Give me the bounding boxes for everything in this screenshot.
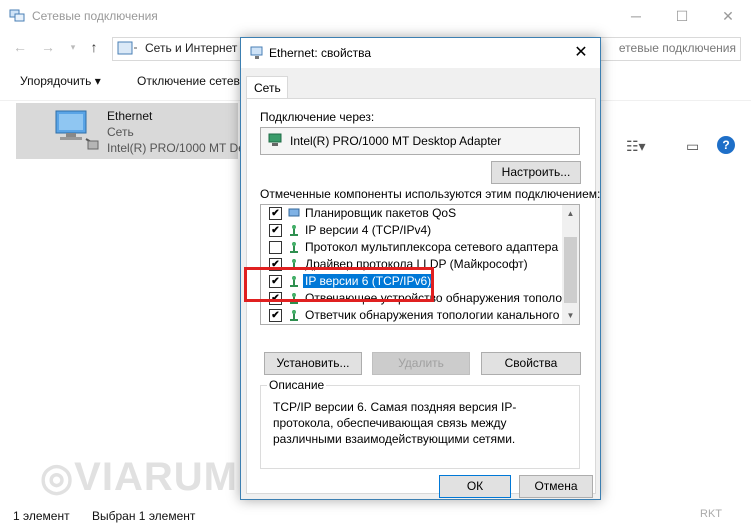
adapter-field: Intel(R) PRO/1000 MT Desktop Adapter: [260, 127, 580, 155]
corner-watermark: RKT: [700, 508, 722, 520]
explorer-title: Сетевые подключения: [32, 9, 158, 23]
search-text: етевые подключения: [618, 41, 736, 55]
dialog-close-button[interactable]: ✕: [562, 38, 600, 68]
close-window-button[interactable]: ✕: [705, 0, 751, 33]
component-checkbox[interactable]: [269, 241, 282, 254]
description-group: Описание TCP/IP версии 6. Самая поздняя …: [260, 378, 580, 469]
watermark-text: VIARUM: [74, 455, 238, 499]
install-button[interactable]: Установить...: [264, 352, 362, 375]
adapter-name: Intel(R) PRO/1000 MT Desktop Adapter: [290, 134, 502, 148]
scroll-thumb[interactable]: [564, 237, 577, 303]
tab-network[interactable]: Сеть: [246, 76, 288, 99]
search-input[interactable]: етевые подключения: [598, 37, 741, 61]
minimize-button[interactable]: ─: [613, 0, 659, 33]
configure-button[interactable]: Настроить...: [491, 161, 581, 184]
watermark-logo-icon: ◎: [40, 457, 75, 499]
list-item[interactable]: ✔ IP версии 4 (TCP/IPv4): [261, 222, 561, 239]
status-selected: Выбран 1 элемент: [92, 509, 196, 523]
network-adapter-icon: [55, 110, 99, 150]
components-label: Отмеченные компоненты используются этим …: [260, 187, 601, 201]
remove-button[interactable]: Удалить: [372, 352, 470, 375]
up-icon[interactable]: ↑: [84, 37, 104, 57]
organize-menu[interactable]: Упорядочить ▾: [20, 74, 101, 88]
address-path: Сеть и Интернет: [145, 41, 238, 55]
component-label: Планировщик пакетов QoS: [305, 206, 457, 220]
component-label: Протокол мультиплексора сетевого адаптер…: [305, 240, 580, 254]
control-panel-icon: [117, 41, 137, 55]
scroll-down-icon[interactable]: ▼: [562, 307, 579, 324]
tab-network-label: Сеть: [254, 81, 281, 95]
connection-network: Сеть: [107, 125, 134, 139]
explorer-titlebar: Сетевые подключения ─ ☐ ✕: [0, 0, 751, 33]
status-item-count: 1 элемент: [13, 509, 70, 523]
back-icon[interactable]: ←: [10, 37, 30, 57]
ok-button[interactable]: ОК: [439, 475, 511, 498]
status-bar: 1 элемент Выбран 1 элемент: [0, 503, 751, 528]
network-connections-icon: [9, 9, 25, 22]
preview-pane-icon[interactable]: ▭: [686, 138, 699, 155]
component-checkbox[interactable]: ✔: [269, 224, 282, 237]
dialog-titlebar: Ethernet: свойства ✕: [241, 38, 600, 68]
component-checkbox[interactable]: ✔: [269, 309, 282, 322]
scroll-up-icon[interactable]: ▲: [562, 205, 579, 222]
ethernet-connection-item[interactable]: Ethernet Сеть Intel(R) PRO/1000 MT De: [16, 103, 245, 159]
protocol-icon: [290, 310, 298, 321]
connection-name: Ethernet: [107, 109, 153, 123]
protocol-icon: [290, 225, 298, 236]
connection-adapter: Intel(R) PRO/1000 MT De: [107, 141, 245, 155]
adapter-icon: [268, 133, 282, 146]
maximize-button[interactable]: ☐: [659, 0, 705, 33]
watermark: ◎VIARUM: [40, 455, 238, 500]
highlight-frame: [244, 267, 434, 302]
description-label: Описание: [267, 378, 327, 392]
disable-device-command[interactable]: Отключение сетев: [137, 74, 240, 88]
dialog-title: Ethernet: свойства: [269, 46, 372, 60]
component-checkbox[interactable]: ✔: [269, 207, 282, 220]
list-scrollbar[interactable]: ▲ ▼: [562, 205, 579, 324]
view-options-icon[interactable]: ☷▾: [626, 138, 646, 155]
cancel-button[interactable]: Отмена: [519, 475, 593, 498]
component-label: IP версии 4 (TCP/IPv4): [305, 223, 432, 237]
component-label: Ответчик обнаружения топологии канальног…: [305, 308, 580, 322]
description-text: TCP/IP версии 6. Самая поздняя версия IP…: [273, 400, 517, 446]
recent-dropdown-icon[interactable]: ▾: [63, 37, 83, 57]
protocol-icon: [290, 242, 298, 253]
list-item[interactable]: ✔ Планировщик пакетов QoS: [261, 205, 561, 222]
qos-icon: [288, 208, 300, 217]
components-list[interactable]: ✔ Планировщик пакетов QoS ✔ IP версии 4 …: [260, 204, 580, 325]
list-item[interactable]: Протокол мультиплексора сетевого адаптер…: [261, 239, 579, 256]
forward-icon[interactable]: →: [38, 37, 58, 57]
list-item[interactable]: ✔ Ответчик обнаружения топологии канальн…: [261, 307, 579, 324]
connect-using-label: Подключение через:: [260, 110, 375, 124]
ethernet-icon: [250, 46, 263, 59]
help-icon[interactable]: ?: [717, 136, 735, 154]
properties-button[interactable]: Свойства: [481, 352, 581, 375]
